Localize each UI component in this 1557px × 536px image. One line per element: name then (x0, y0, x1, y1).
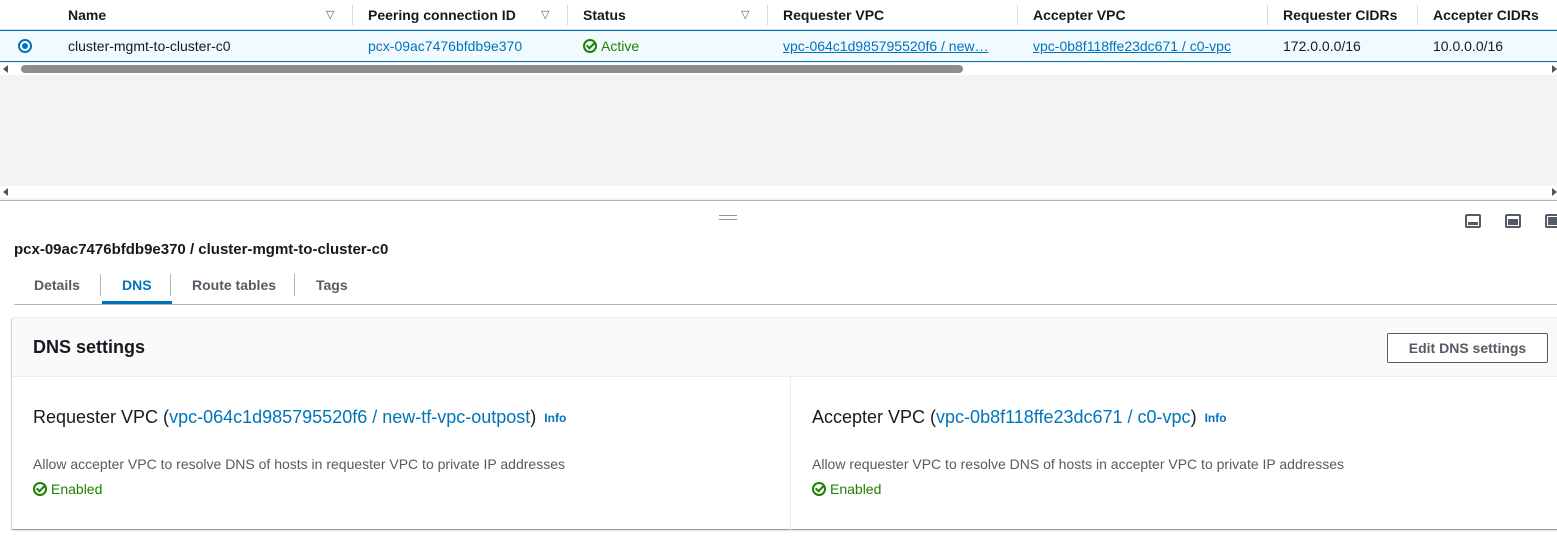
scrollbar-thumb[interactable] (21, 65, 963, 73)
column-divider[interactable] (1017, 5, 1018, 25)
accepter-vpc-title: Accepter VPC (vpc-0b8f118ffe23dc671 / c0… (812, 407, 1227, 428)
column-header-name[interactable]: Name (68, 0, 106, 30)
column-divider[interactable] (352, 5, 353, 25)
dns-settings-heading: DNS settings (33, 337, 146, 357)
status-text: Enabled (830, 481, 882, 497)
tab-details[interactable]: Details (14, 270, 100, 304)
info-link[interactable]: Info (1205, 411, 1227, 425)
scroll-left-arrow-icon[interactable] (3, 188, 8, 196)
status-text: Enabled (51, 481, 103, 497)
pane-bottom-full-icon[interactable] (1545, 214, 1557, 228)
scroll-left-arrow-icon[interactable] (3, 65, 8, 73)
accepter-vpc-link[interactable]: vpc-0b8f118ffe23dc671 / c0-vpc (936, 407, 1191, 427)
edit-dns-settings-button[interactable]: Edit DNS settings (1387, 333, 1548, 363)
title-suffix: ) (1190, 407, 1197, 427)
scroll-right-arrow-icon[interactable] (1552, 188, 1557, 196)
column-divider[interactable] (1417, 5, 1418, 25)
check-circle-icon (812, 482, 826, 496)
peering-connections-table: Name ▽ Peering connection ID ▽ Status ▽ … (0, 0, 1557, 200)
tab-dns[interactable]: DNS (102, 270, 172, 304)
tab-divider (294, 274, 295, 296)
pane-bottom-small-icon[interactable] (1465, 214, 1481, 228)
table-row[interactable]: cluster-mgmt-to-cluster-c0 pcx-09ac7476b… (0, 30, 1557, 62)
dns-settings-container: DNS settings Edit DNS settings Requester… (12, 317, 1557, 530)
sort-caret-down-icon[interactable]: ▽ (326, 0, 334, 30)
requester-dns-status: Enabled (33, 481, 102, 497)
cell-requester-cidrs: 172.0.0.0/16 (1283, 38, 1361, 54)
cell-accepter-vpc-link[interactable]: vpc-0b8f118ffe23dc671 / c0-vpc (1033, 31, 1255, 61)
cell-peering-id-link[interactable]: pcx-09ac7476bfdb9e370 (368, 31, 522, 61)
cell-status: Active (583, 31, 639, 61)
pane-bottom-medium-icon[interactable] (1505, 214, 1521, 228)
column-divider[interactable] (767, 5, 768, 25)
tab-divider (170, 274, 171, 296)
tab-divider (100, 274, 101, 296)
table-header: Name ▽ Peering connection ID ▽ Status ▽ … (0, 0, 1557, 30)
tab-route-tables[interactable]: Route tables (172, 270, 296, 304)
title-prefix: Requester VPC ( (33, 407, 170, 427)
check-circle-icon (583, 39, 597, 53)
title-suffix: ) (530, 407, 537, 427)
column-header-status[interactable]: Status (583, 0, 626, 30)
info-link[interactable]: Info (544, 411, 566, 425)
row-select-radio[interactable] (18, 39, 32, 53)
drag-handle-icon[interactable] (719, 215, 737, 220)
column-header-requester-vpc[interactable]: Requester VPC (783, 0, 884, 30)
tab-tags[interactable]: Tags (296, 270, 368, 304)
scroll-right-arrow-icon[interactable] (1552, 65, 1557, 73)
column-header-accepter-vpc[interactable]: Accepter VPC (1033, 0, 1126, 30)
accepter-dns-column: Accepter VPC (vpc-0b8f118ffe23dc671 / c0… (792, 377, 1552, 530)
accepter-dns-description: Allow requester VPC to resolve DNS of ho… (812, 456, 1344, 472)
requester-dns-column: Requester VPC (vpc-064c1d985795520f6 / n… (12, 377, 791, 530)
requester-dns-description: Allow accepter VPC to resolve DNS of hos… (33, 456, 565, 472)
cell-name: cluster-mgmt-to-cluster-c0 (68, 38, 231, 54)
dns-settings-header: DNS settings Edit DNS settings (12, 318, 1557, 377)
sort-caret-down-icon[interactable]: ▽ (741, 0, 749, 30)
split-panel-divider (0, 200, 1557, 201)
column-divider[interactable] (567, 5, 568, 25)
cell-accepter-cidrs: 10.0.0.0/16 (1433, 38, 1504, 54)
sort-caret-down-icon[interactable]: ▽ (541, 0, 549, 30)
title-prefix: Accepter VPC ( (812, 407, 937, 427)
cell-requester-vpc-link[interactable]: vpc-064c1d985795520f6 / new… (783, 31, 1005, 61)
requester-vpc-title: Requester VPC (vpc-064c1d985795520f6 / n… (33, 407, 566, 428)
horizontal-scrollbar[interactable] (0, 186, 1557, 198)
status-text: Active (601, 38, 640, 54)
horizontal-scrollbar[interactable] (0, 63, 1557, 75)
requester-vpc-link[interactable]: vpc-064c1d985795520f6 / new-tf-vpc-outpo… (169, 407, 530, 427)
column-divider[interactable] (1267, 5, 1268, 25)
column-header-accepter-cidrs[interactable]: Accepter CIDRs (1433, 0, 1539, 30)
check-circle-icon (33, 482, 47, 496)
detail-tabs: Details DNS Route tables Tags (14, 270, 1557, 305)
column-header-requester-cidrs[interactable]: Requester CIDRs (1283, 0, 1397, 30)
detail-panel-title: pcx-09ac7476bfdb9e370 / cluster-mgmt-to-… (14, 241, 389, 258)
accepter-dns-status: Enabled (812, 481, 881, 497)
column-header-peering-id[interactable]: Peering connection ID (368, 0, 516, 30)
